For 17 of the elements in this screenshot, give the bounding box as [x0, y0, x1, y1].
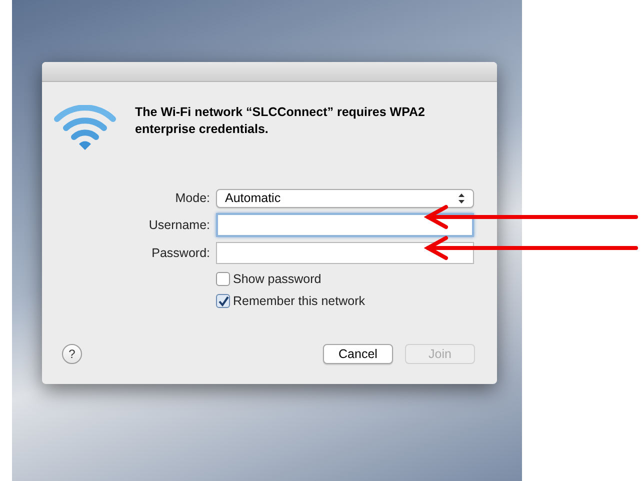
wifi-icon [54, 105, 116, 151]
dialog-message: The Wi-Fi network “SLCConnect” requires WPA2 enterprise credentials. [135, 104, 426, 138]
mode-dropdown[interactable]: Automatic [216, 189, 474, 208]
stepper-arrows-icon [458, 193, 465, 204]
checkbox[interactable] [216, 294, 230, 308]
checkbox-label: Remember this network [233, 292, 365, 310]
checkmark-icon [218, 296, 228, 307]
field-label: Username: [148, 216, 210, 234]
dropdown-value: Automatic [225, 190, 281, 208]
cancel-button[interactable]: Cancel [323, 344, 393, 364]
username-field[interactable] [216, 213, 474, 237]
field-label: Mode: [174, 190, 210, 208]
password-field[interactable] [216, 242, 474, 264]
help-button[interactable]: ? [62, 344, 82, 364]
checkbox-label: Show password [233, 271, 322, 288]
checkbox[interactable] [216, 272, 230, 286]
field-label: Password: [150, 244, 210, 262]
